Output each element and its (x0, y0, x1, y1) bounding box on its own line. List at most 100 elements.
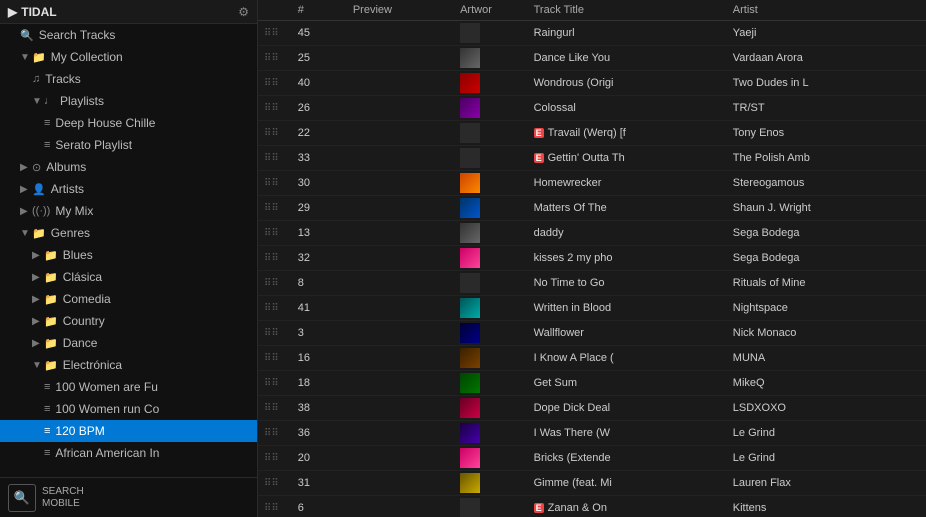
drag-handle-cell[interactable]: ⠿⠿ (258, 221, 292, 246)
artwork-thumbnail (460, 98, 480, 118)
track-preview[interactable] (347, 46, 454, 71)
sidebar-item-artists[interactable]: ▶ 👤 Artists (0, 178, 257, 200)
track-preview[interactable] (347, 421, 454, 446)
table-row[interactable]: ⠿⠿40Wondrous (OrigiTwo Dudes in L (258, 71, 926, 96)
table-row[interactable]: ⠿⠿32kisses 2 my phoSega Bodega (258, 246, 926, 271)
track-preview[interactable] (347, 296, 454, 321)
drag-handle-icon: ⠿⠿ (264, 178, 279, 189)
table-row[interactable]: ⠿⠿36I Was There (WLe Grind (258, 421, 926, 446)
artist-icon: 👤 (32, 183, 46, 196)
sidebar-item-tracks[interactable]: ♫ Tracks (0, 68, 257, 90)
table-row[interactable]: ⠿⠿16I Know A Place (MUNA (258, 346, 926, 371)
track-preview[interactable] (347, 396, 454, 421)
table-row[interactable]: ⠿⠿25Dance Like YouVardaan Arora (258, 46, 926, 71)
track-title: Raingurl (528, 21, 727, 46)
track-artist: Vardaan Arora (727, 46, 926, 71)
drag-handle-cell[interactable]: ⠿⠿ (258, 346, 292, 371)
track-artwork (454, 221, 528, 246)
drag-handle-icon: ⠿⠿ (264, 328, 279, 339)
table-row[interactable]: ⠿⠿29Matters Of TheShaun J. Wright (258, 196, 926, 221)
search-mobile-icon[interactable]: 🔍 (8, 484, 36, 512)
drag-handle-cell[interactable]: ⠿⠿ (258, 296, 292, 321)
track-preview[interactable] (347, 121, 454, 146)
sidebar-item-albums[interactable]: ▶ ⊙ Albums (0, 156, 257, 178)
track-preview[interactable] (347, 246, 454, 271)
sidebar-item-blues[interactable]: ▶ 📁 Blues (0, 244, 257, 266)
track-preview[interactable] (347, 171, 454, 196)
settings-icon[interactable]: ⚙ (238, 5, 249, 19)
track-preview[interactable] (347, 471, 454, 496)
sidebar-item-genres[interactable]: ▼ 📁 Genres (0, 222, 257, 244)
drag-handle-cell[interactable]: ⠿⠿ (258, 496, 292, 517)
track-preview[interactable] (347, 221, 454, 246)
track-preview[interactable] (347, 496, 454, 517)
sidebar-item-african[interactable]: ≡ African American In (0, 442, 257, 464)
drag-handle-cell[interactable]: ⠿⠿ (258, 171, 292, 196)
folder-icon: 📁 (32, 51, 46, 64)
drag-handle-cell[interactable]: ⠿⠿ (258, 96, 292, 121)
sidebar-item-my-collection[interactable]: ▼ 📁 My Collection (0, 46, 257, 68)
drag-handle-cell[interactable]: ⠿⠿ (258, 121, 292, 146)
sidebar-item-dance[interactable]: ▶ 📁 Dance (0, 332, 257, 354)
drag-handle-cell[interactable]: ⠿⠿ (258, 71, 292, 96)
track-artist: Kittens (727, 496, 926, 517)
sidebar-item-search-tracks[interactable]: 🔍 Search Tracks (0, 24, 257, 46)
table-row[interactable]: ⠿⠿41Written in BloodNightspace (258, 296, 926, 321)
track-preview[interactable] (347, 271, 454, 296)
table-row[interactable]: ⠿⠿3WallflowerNick Monaco (258, 321, 926, 346)
sidebar-item-comedia[interactable]: ▶ 📁 Comedia (0, 288, 257, 310)
col-title-header[interactable]: Track Title (528, 0, 727, 21)
sidebar-item-women-fu[interactable]: ≡ 100 Women are Fu (0, 376, 257, 398)
table-row[interactable]: ⠿⠿31Gimme (feat. MiLauren Flax (258, 471, 926, 496)
table-row[interactable]: ⠿⠿13daddySega Bodega (258, 221, 926, 246)
table-row[interactable]: ⠿⠿26ColossalTR/ST (258, 96, 926, 121)
track-preview[interactable] (347, 96, 454, 121)
track-preview[interactable] (347, 446, 454, 471)
table-row[interactable]: ⠿⠿18Get SumMikeQ (258, 371, 926, 396)
drag-handle-cell[interactable]: ⠿⠿ (258, 146, 292, 171)
track-preview[interactable] (347, 346, 454, 371)
col-num-header[interactable]: # (292, 0, 347, 21)
sidebar-item-electronica[interactable]: ▼ 📁 Electrónica (0, 354, 257, 376)
track-artwork (454, 196, 528, 221)
sidebar-item-serato-playlist[interactable]: ≡ Serato Playlist (0, 134, 257, 156)
table-row[interactable]: ⠿⠿45RaingurlYaeji (258, 21, 926, 46)
track-preview[interactable] (347, 371, 454, 396)
sidebar-item-my-mix[interactable]: ▶ ((·)) My Mix (0, 200, 257, 222)
track-preview[interactable] (347, 196, 454, 221)
sidebar-item-120bpm[interactable]: ≡ 120 BPM (0, 420, 257, 442)
sidebar-item-deep-house[interactable]: ≡ Deep House Chille (0, 112, 257, 134)
track-preview[interactable] (347, 321, 454, 346)
sidebar-item-playlists[interactable]: ▼ ♩ Playlists (0, 90, 257, 112)
drag-handle-cell[interactable]: ⠿⠿ (258, 271, 292, 296)
table-row[interactable]: ⠿⠿6EZanan & OnKittens (258, 496, 926, 517)
drag-handle-cell[interactable]: ⠿⠿ (258, 371, 292, 396)
drag-handle-cell[interactable]: ⠿⠿ (258, 421, 292, 446)
drag-handle-cell[interactable]: ⠿⠿ (258, 196, 292, 221)
explicit-icon: E (534, 503, 544, 513)
table-row[interactable]: ⠿⠿30HomewreckerStereogamous (258, 171, 926, 196)
drag-handle-cell[interactable]: ⠿⠿ (258, 446, 292, 471)
drag-handle-cell[interactable]: ⠿⠿ (258, 396, 292, 421)
drag-handle-cell[interactable]: ⠿⠿ (258, 246, 292, 271)
drag-handle-cell[interactable]: ⠿⠿ (258, 21, 292, 46)
track-artwork (454, 396, 528, 421)
table-row[interactable]: ⠿⠿38Dope Dick DealLSDXOXO (258, 396, 926, 421)
table-row[interactable]: ⠿⠿33EGettin' Outta ThThe Polish Amb (258, 146, 926, 171)
table-row[interactable]: ⠿⠿22ETravail (Werq) [fTony Enos (258, 121, 926, 146)
sidebar-item-women-co[interactable]: ≡ 100 Women run Co (0, 398, 257, 420)
search-mobile-label[interactable]: SEARCH MOBILE (42, 486, 84, 510)
sidebar: ▶ TIDAL ⚙ 🔍 Search Tracks ▼ 📁 My Collect… (0, 0, 258, 517)
track-preview[interactable] (347, 71, 454, 96)
drag-handle-cell[interactable]: ⠿⠿ (258, 471, 292, 496)
table-row[interactable]: ⠿⠿8No Time to GoRituals of Mine (258, 271, 926, 296)
track-preview[interactable] (347, 21, 454, 46)
sidebar-item-clasica[interactable]: ▶ 📁 Clásica (0, 266, 257, 288)
track-preview[interactable] (347, 146, 454, 171)
drag-handle-cell[interactable]: ⠿⠿ (258, 321, 292, 346)
col-artist-header[interactable]: Artist (727, 0, 926, 21)
table-row[interactable]: ⠿⠿20Bricks (ExtendeLe Grind (258, 446, 926, 471)
sidebar-item-country[interactable]: ▶ 📁 Country (0, 310, 257, 332)
drag-handle-cell[interactable]: ⠿⠿ (258, 46, 292, 71)
expand-arrow-electronica-icon: ▼ (32, 360, 40, 371)
